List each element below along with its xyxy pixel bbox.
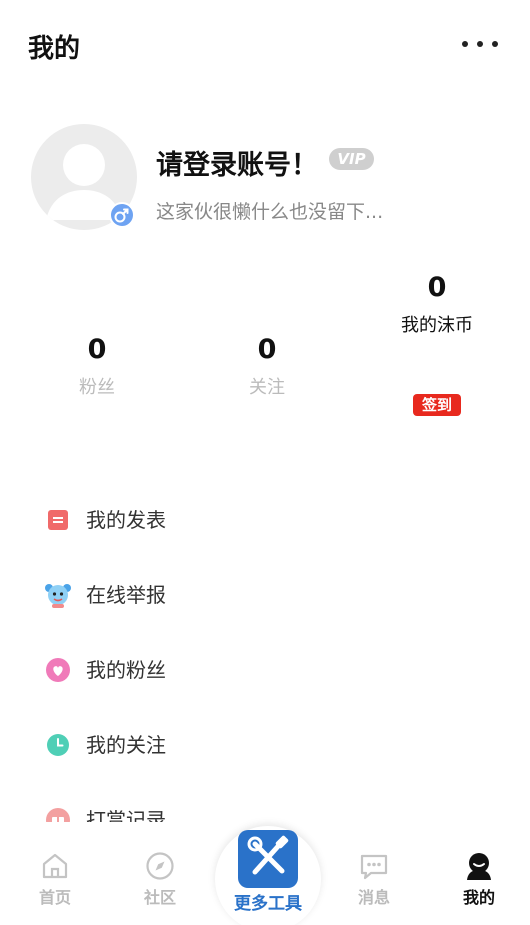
fans-label: 粉丝 bbox=[79, 377, 115, 398]
tab-home[interactable]: 首页 bbox=[15, 850, 95, 920]
menu-item-my-posts[interactable]: 我的发表 bbox=[0, 482, 530, 557]
menu-item-tip-records[interactable]: 打赏记录 bbox=[0, 782, 530, 822]
menu-label: 打赏记录 bbox=[86, 808, 166, 822]
menu-label: 我的关注 bbox=[86, 733, 166, 757]
message-icon bbox=[360, 854, 388, 880]
menu-label: 我的粉丝 bbox=[86, 658, 166, 682]
vip-badge: VIP bbox=[329, 148, 374, 170]
bottom-tab-bar: 首页 社区 消息 我的 更多工具 bbox=[0, 822, 530, 925]
tab-community[interactable]: 社区 bbox=[120, 850, 200, 920]
menu-item-my-follows[interactable]: 我的关注 bbox=[0, 707, 530, 782]
compass-icon bbox=[146, 852, 174, 880]
tab-messages[interactable]: 消息 bbox=[334, 850, 414, 920]
tab-label: 更多工具 bbox=[234, 894, 302, 914]
checkin-button[interactable]: 签到 bbox=[413, 394, 461, 416]
follow-count: 0 bbox=[257, 334, 277, 365]
more-dots-icon[interactable] bbox=[462, 36, 498, 52]
tab-label: 我的 bbox=[462, 888, 495, 907]
gift-icon bbox=[46, 808, 70, 822]
menu-label: 在线举报 bbox=[86, 583, 166, 607]
header: 我的 bbox=[0, 0, 530, 90]
page-title: 我的 bbox=[28, 34, 81, 64]
fans-count: 0 bbox=[87, 334, 107, 365]
user-icon bbox=[467, 853, 491, 880]
menu-item-my-fans[interactable]: 我的粉丝 bbox=[0, 632, 530, 707]
home-icon bbox=[42, 853, 68, 879]
follow-label: 关注 bbox=[249, 377, 285, 398]
male-icon bbox=[109, 202, 135, 228]
menu-label: 我的发表 bbox=[86, 508, 166, 532]
tab-mine[interactable]: 我的 bbox=[439, 850, 519, 920]
tab-label: 消息 bbox=[357, 888, 390, 907]
report-mascot-icon bbox=[45, 584, 71, 608]
coins-label: 我的沫币 bbox=[401, 315, 473, 336]
tab-more-tools[interactable]: 更多工具 bbox=[215, 826, 321, 925]
post-icon bbox=[48, 510, 68, 530]
tab-label: 首页 bbox=[38, 888, 71, 907]
user-bio: 这家伙很懒什么也没留下... bbox=[156, 201, 384, 223]
tab-label: 社区 bbox=[143, 888, 176, 907]
stat-fans[interactable]: 0 粉丝 bbox=[47, 334, 147, 399]
menu-list: 我的发表 在线举报 我的粉丝 我的关注 打赏记录 bbox=[0, 482, 530, 822]
clock-icon bbox=[47, 734, 69, 756]
stat-coins[interactable]: 0 我的沫币 bbox=[387, 272, 487, 337]
menu-item-report[interactable]: 在线举报 bbox=[0, 557, 530, 632]
stat-follow[interactable]: 0 关注 bbox=[217, 334, 317, 399]
tools-icon bbox=[238, 830, 298, 888]
coins-count: 0 bbox=[427, 272, 447, 303]
heart-icon bbox=[46, 658, 70, 682]
profile-card[interactable]: 请登录账号！ VIP 这家伙很懒什么也没留下... bbox=[0, 110, 530, 240]
login-prompt[interactable]: 请登录账号！ bbox=[156, 143, 318, 182]
